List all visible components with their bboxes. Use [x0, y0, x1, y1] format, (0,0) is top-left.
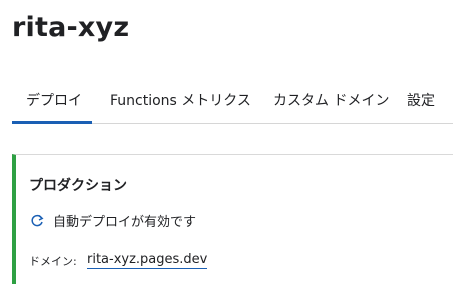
domain-link[interactable]: rita-xyz.pages.dev [87, 252, 208, 269]
auto-deploy-text: 自動デプロイが有効です [53, 215, 197, 230]
tab-functions-metrics[interactable]: Functions メトリクス [92, 80, 256, 120]
auto-deploy-status: 自動デプロイが有効です [30, 211, 196, 230]
production-title: プロダクション [29, 178, 127, 194]
tab-deployments-label: デプロイ [26, 93, 82, 109]
project-page: rita-xyz デプロイ Functions メトリクス カスタム ドメイン … [0, 0, 453, 284]
tab-settings-label: 設定 [407, 93, 435, 109]
tab-deployments[interactable]: デプロイ [12, 80, 92, 124]
tab-custom-domains[interactable]: カスタム ドメイン [256, 80, 389, 120]
project-tabs: デプロイ Functions メトリクス カスタム ドメイン 設定 [12, 80, 453, 124]
domain-row: ドメイン: rita-xyz.pages.dev [29, 252, 208, 269]
refresh-icon [30, 214, 44, 228]
project-title: rita-xyz [12, 12, 130, 43]
domain-label: ドメイン: [29, 254, 77, 268]
tab-settings[interactable]: 設定 [389, 80, 435, 120]
tab-functions-metrics-label: Functions メトリクス [110, 93, 251, 109]
production-card: プロダクション 自動デプロイが有効です ドメイン: rita-xyz.pages… [12, 154, 453, 284]
tab-custom-domains-label: カスタム ドメイン [273, 93, 390, 109]
